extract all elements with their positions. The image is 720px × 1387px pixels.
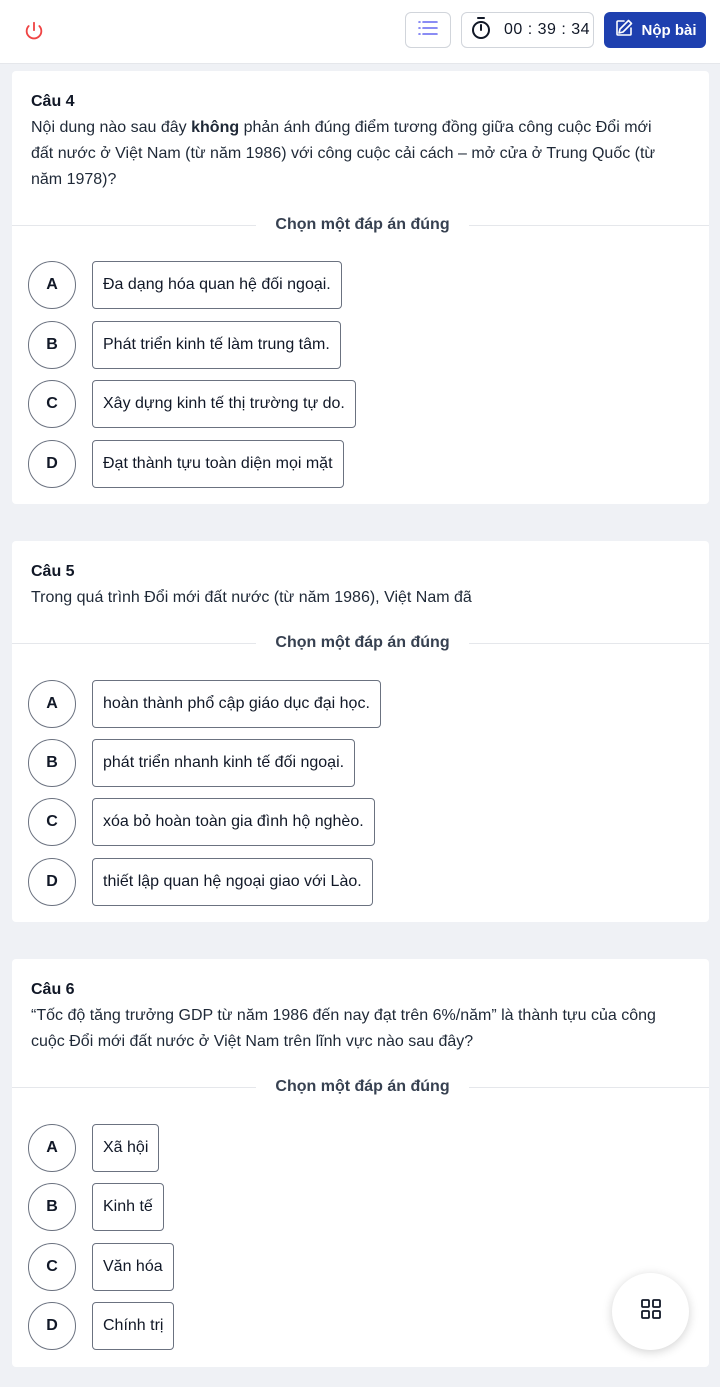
- option-letter[interactable]: A: [28, 1124, 76, 1172]
- option-text[interactable]: Văn hóa: [92, 1243, 174, 1291]
- option-text[interactable]: phát triển nhanh kinh tế đối ngoại.: [92, 739, 356, 787]
- option-b[interactable]: B phát triển nhanh kinh tế đối ngoại.: [28, 739, 356, 787]
- choose-answer-label: Chọn một đáp án đúng: [256, 1077, 469, 1097]
- option-text[interactable]: Xã hội: [92, 1124, 160, 1172]
- stopwatch-icon: [470, 16, 492, 45]
- option-b[interactable]: B Kinh tế: [28, 1183, 164, 1231]
- option-letter[interactable]: C: [28, 798, 76, 846]
- option-letter[interactable]: B: [28, 321, 76, 369]
- submit-label: Nộp bài: [641, 21, 697, 39]
- power-icon[interactable]: [22, 19, 46, 43]
- option-letter[interactable]: A: [28, 680, 76, 728]
- option-c[interactable]: C Xây dựng kinh tế thị trường tự do.: [28, 380, 356, 428]
- option-letter[interactable]: A: [28, 261, 76, 309]
- option-letter[interactable]: C: [28, 380, 76, 428]
- option-c[interactable]: C Văn hóa: [28, 1243, 174, 1291]
- list-icon: [417, 19, 439, 42]
- option-letter[interactable]: B: [28, 739, 76, 787]
- option-text[interactable]: xóa bỏ hoàn toàn gia đình hộ nghèo.: [92, 798, 375, 846]
- question-title: Câu 4: [31, 93, 75, 110]
- option-b[interactable]: B Phát triển kinh tế làm trung tâm.: [28, 321, 341, 369]
- submit-button[interactable]: Nộp bài: [604, 12, 706, 48]
- option-c[interactable]: C xóa bỏ hoàn toàn gia đình hộ nghèo.: [28, 798, 375, 846]
- option-text[interactable]: Đa dạng hóa quan hệ đối ngoại.: [92, 261, 342, 309]
- choose-answer-label: Chọn một đáp án đúng: [256, 215, 469, 235]
- option-d[interactable]: D Chính trị: [28, 1302, 175, 1350]
- option-d[interactable]: D Đạt thành tựu toàn diện mọi mặt: [28, 440, 344, 488]
- timer: 00 : 39 : 34: [461, 12, 594, 48]
- question-list-button[interactable]: [405, 12, 451, 48]
- option-d[interactable]: D thiết lập quan hệ ngoại giao với Lào.: [28, 858, 373, 906]
- question-card: Câu 4 Nội dung nào sau đây không phản án…: [12, 71, 709, 504]
- top-bar: 00 : 39 : 34 Nộp bài: [0, 0, 720, 64]
- question-text: “Tốc độ tăng trưởng GDP từ năm 1986 đến …: [31, 1007, 656, 1050]
- option-text[interactable]: Kinh tế: [92, 1183, 164, 1231]
- edit-icon: [614, 18, 634, 42]
- option-text[interactable]: thiết lập quan hệ ngoại giao với Lào.: [92, 858, 373, 906]
- question-grid-button[interactable]: [612, 1273, 689, 1350]
- option-text[interactable]: Phát triển kinh tế làm trung tâm.: [92, 321, 341, 369]
- question-title: Câu 6: [31, 981, 75, 998]
- option-letter[interactable]: B: [28, 1183, 76, 1231]
- choose-answer-label: Chọn một đáp án đúng: [256, 633, 469, 653]
- option-letter[interactable]: D: [28, 1302, 76, 1350]
- question-text: Trong quá trình Đổi mới đất nước (từ năm…: [31, 589, 472, 606]
- option-text[interactable]: Đạt thành tựu toàn diện mọi mặt: [92, 440, 344, 488]
- option-a[interactable]: A Đa dạng hóa quan hệ đối ngoại.: [28, 261, 342, 309]
- option-text[interactable]: Xây dựng kinh tế thị trường tự do.: [92, 380, 356, 428]
- question-card: Câu 5 Trong quá trình Đổi mới đất nước (…: [12, 541, 709, 922]
- option-letter[interactable]: D: [28, 440, 76, 488]
- grid-icon: [640, 1298, 662, 1325]
- option-a[interactable]: A Xã hội: [28, 1124, 160, 1172]
- question-title: Câu 5: [31, 563, 75, 580]
- option-text[interactable]: Chính trị: [92, 1302, 175, 1350]
- question-text: Nội dung nào sau đây không phản ánh đúng…: [31, 115, 671, 193]
- question-card: Câu 6 “Tốc độ tăng trưởng GDP từ năm 198…: [12, 959, 709, 1367]
- timer-value: 00 : 39 : 34: [504, 21, 591, 38]
- option-letter[interactable]: C: [28, 1243, 76, 1291]
- question-text-part: Nội dung nào sau đây: [31, 119, 192, 136]
- question-text-emphasis: không: [191, 119, 240, 136]
- option-a[interactable]: A hoàn thành phổ cập giáo dục đại học.: [28, 680, 381, 728]
- option-letter[interactable]: D: [28, 858, 76, 906]
- option-text[interactable]: hoàn thành phổ cập giáo dục đại học.: [92, 680, 381, 728]
